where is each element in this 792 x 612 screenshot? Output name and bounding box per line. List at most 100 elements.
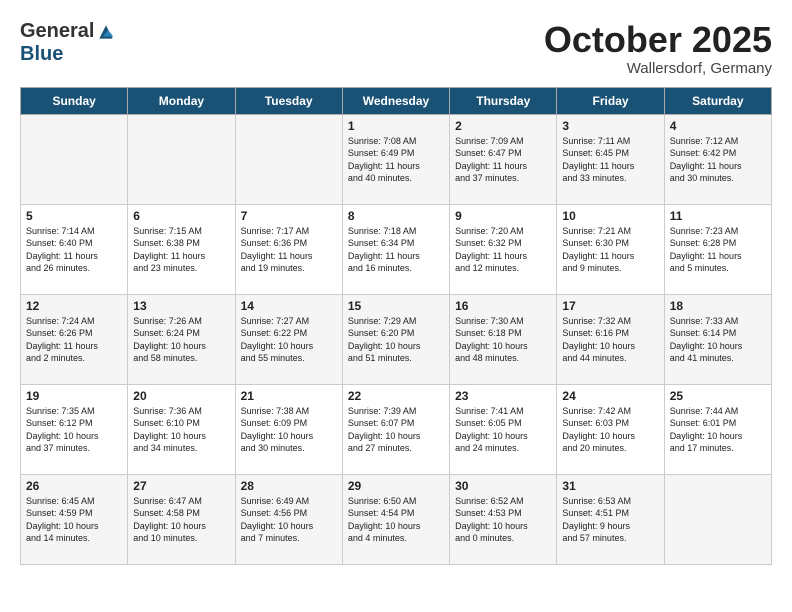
logo: General Blue bbox=[20, 20, 116, 66]
day-number: 30 bbox=[455, 479, 551, 493]
day-info: Sunrise: 7:23 AM Sunset: 6:28 PM Dayligh… bbox=[670, 225, 766, 275]
month-title: October 2025 bbox=[544, 20, 772, 60]
day-info: Sunrise: 7:41 AM Sunset: 6:05 PM Dayligh… bbox=[455, 405, 551, 455]
calendar-cell: 9Sunrise: 7:20 AM Sunset: 6:32 PM Daylig… bbox=[450, 204, 557, 294]
day-number: 23 bbox=[455, 389, 551, 403]
day-info: Sunrise: 7:26 AM Sunset: 6:24 PM Dayligh… bbox=[133, 315, 229, 365]
day-info: Sunrise: 7:18 AM Sunset: 6:34 PM Dayligh… bbox=[348, 225, 444, 275]
weekday-header-cell: Sunday bbox=[21, 87, 128, 114]
calendar-cell: 13 Sunrise: 7:26 AM Sunset: 6:24 PM Dayli… bbox=[128, 294, 235, 384]
calendar-cell: 29Sunrise: 6:50 AM Sunset: 4:54 PM Dayli… bbox=[342, 474, 449, 564]
calendar-cell: 28 Sunrise: 6:49 AM Sunset: 4:56 PM Dayli… bbox=[235, 474, 342, 564]
calendar-cell: 5 Sunrise: 7:14 AM Sunset: 6:40 PM Daylig… bbox=[21, 204, 128, 294]
day-info: Sunrise: 6:49 AM Sunset: 4:56 PM Dayligh… bbox=[241, 495, 337, 545]
weekday-header-cell: Friday bbox=[557, 87, 664, 114]
calendar-cell: 23 Sunrise: 7:41 AM Sunset: 6:05 PM Dayli… bbox=[450, 384, 557, 474]
day-info: Sunrise: 7:14 AM Sunset: 6:40 PM Dayligh… bbox=[26, 225, 122, 275]
calendar-cell: 31 Sunrise: 6:53 AM Sunset: 4:51 PM Dayli… bbox=[557, 474, 664, 564]
calendar-cell: 12 Sunrise: 7:24 AM Sunset: 6:26 PM Dayli… bbox=[21, 294, 128, 384]
calendar-cell: 2 Sunrise: 7:09 AM Sunset: 6:47 PM Daylig… bbox=[450, 114, 557, 204]
day-info: Sunrise: 7:35 AM Sunset: 6:12 PM Dayligh… bbox=[26, 405, 122, 455]
calendar-cell: 11Sunrise: 7:23 AM Sunset: 6:28 PM Dayli… bbox=[664, 204, 771, 294]
day-number: 1 bbox=[348, 119, 444, 133]
calendar-cell: 14Sunrise: 7:27 AM Sunset: 6:22 PM Dayli… bbox=[235, 294, 342, 384]
calendar-cell: 15Sunrise: 7:29 AM Sunset: 6:20 PM Dayli… bbox=[342, 294, 449, 384]
calendar-cell bbox=[235, 114, 342, 204]
calendar-cell: 25Sunrise: 7:44 AM Sunset: 6:01 PM Dayli… bbox=[664, 384, 771, 474]
day-number: 8 bbox=[348, 209, 444, 223]
calendar-cell: 18Sunrise: 7:33 AM Sunset: 6:14 PM Dayli… bbox=[664, 294, 771, 384]
calendar-cell bbox=[128, 114, 235, 204]
day-number: 31 bbox=[562, 479, 658, 493]
calendar-cell: 3 Sunrise: 7:11 AM Sunset: 6:45 PM Daylig… bbox=[557, 114, 664, 204]
calendar-cell: 27Sunrise: 6:47 AM Sunset: 4:58 PM Dayli… bbox=[128, 474, 235, 564]
calendar-body: 1Sunrise: 7:08 AM Sunset: 6:49 PM Daylig… bbox=[21, 114, 772, 564]
calendar-cell: 16 Sunrise: 7:30 AM Sunset: 6:18 PM Dayli… bbox=[450, 294, 557, 384]
day-number: 5 bbox=[26, 209, 122, 223]
page-header: General Blue October 2025 Wallersdorf, G… bbox=[20, 20, 772, 77]
logo-blue-text: Blue bbox=[20, 43, 63, 66]
day-info: Sunrise: 7:21 AM Sunset: 6:30 PM Dayligh… bbox=[562, 225, 658, 275]
calendar-cell: 30 Sunrise: 6:52 AM Sunset: 4:53 PM Dayli… bbox=[450, 474, 557, 564]
calendar-week-row: 26 Sunrise: 6:45 AM Sunset: 4:59 PM Dayli… bbox=[21, 474, 772, 564]
calendar-week-row: 19 Sunrise: 7:35 AM Sunset: 6:12 PM Dayli… bbox=[21, 384, 772, 474]
calendar-week-row: 5 Sunrise: 7:14 AM Sunset: 6:40 PM Daylig… bbox=[21, 204, 772, 294]
calendar-cell: 4 Sunrise: 7:12 AM Sunset: 6:42 PM Daylig… bbox=[664, 114, 771, 204]
day-number: 16 bbox=[455, 299, 551, 313]
day-info: Sunrise: 7:32 AM Sunset: 6:16 PM Dayligh… bbox=[562, 315, 658, 365]
day-info: Sunrise: 7:39 AM Sunset: 6:07 PM Dayligh… bbox=[348, 405, 444, 455]
day-info: Sunrise: 7:09 AM Sunset: 6:47 PM Dayligh… bbox=[455, 135, 551, 185]
day-number: 15 bbox=[348, 299, 444, 313]
day-number: 20 bbox=[133, 389, 229, 403]
day-info: Sunrise: 7:12 AM Sunset: 6:42 PM Dayligh… bbox=[670, 135, 766, 185]
day-number: 9 bbox=[455, 209, 551, 223]
day-number: 26 bbox=[26, 479, 122, 493]
day-number: 6 bbox=[133, 209, 229, 223]
calendar-cell bbox=[21, 114, 128, 204]
day-number: 4 bbox=[670, 119, 766, 133]
day-number: 12 bbox=[26, 299, 122, 313]
day-number: 2 bbox=[455, 119, 551, 133]
weekday-header-row: SundayMondayTuesdayWednesdayThursdayFrid… bbox=[21, 87, 772, 114]
calendar-week-row: 12 Sunrise: 7:24 AM Sunset: 6:26 PM Dayli… bbox=[21, 294, 772, 384]
logo-icon bbox=[96, 22, 116, 42]
day-info: Sunrise: 7:30 AM Sunset: 6:18 PM Dayligh… bbox=[455, 315, 551, 365]
weekday-header-cell: Monday bbox=[128, 87, 235, 114]
day-info: Sunrise: 7:11 AM Sunset: 6:45 PM Dayligh… bbox=[562, 135, 658, 185]
day-number: 13 bbox=[133, 299, 229, 313]
day-info: Sunrise: 7:38 AM Sunset: 6:09 PM Dayligh… bbox=[241, 405, 337, 455]
day-number: 24 bbox=[562, 389, 658, 403]
calendar-table: SundayMondayTuesdayWednesdayThursdayFrid… bbox=[20, 87, 772, 565]
day-info: Sunrise: 7:36 AM Sunset: 6:10 PM Dayligh… bbox=[133, 405, 229, 455]
day-number: 17 bbox=[562, 299, 658, 313]
weekday-header-cell: Wednesday bbox=[342, 87, 449, 114]
day-number: 21 bbox=[241, 389, 337, 403]
day-info: Sunrise: 6:53 AM Sunset: 4:51 PM Dayligh… bbox=[562, 495, 658, 545]
day-info: Sunrise: 6:52 AM Sunset: 4:53 PM Dayligh… bbox=[455, 495, 551, 545]
day-info: Sunrise: 7:15 AM Sunset: 6:38 PM Dayligh… bbox=[133, 225, 229, 275]
day-info: Sunrise: 6:50 AM Sunset: 4:54 PM Dayligh… bbox=[348, 495, 444, 545]
logo-general-text: General bbox=[20, 20, 94, 43]
day-number: 3 bbox=[562, 119, 658, 133]
calendar-cell: 26 Sunrise: 6:45 AM Sunset: 4:59 PM Dayli… bbox=[21, 474, 128, 564]
location-subtitle: Wallersdorf, Germany bbox=[544, 60, 772, 77]
day-info: Sunrise: 7:24 AM Sunset: 6:26 PM Dayligh… bbox=[26, 315, 122, 365]
calendar-cell bbox=[664, 474, 771, 564]
calendar-cell: 7Sunrise: 7:17 AM Sunset: 6:36 PM Daylig… bbox=[235, 204, 342, 294]
day-info: Sunrise: 7:27 AM Sunset: 6:22 PM Dayligh… bbox=[241, 315, 337, 365]
day-info: Sunrise: 6:45 AM Sunset: 4:59 PM Dayligh… bbox=[26, 495, 122, 545]
day-number: 25 bbox=[670, 389, 766, 403]
weekday-header-cell: Tuesday bbox=[235, 87, 342, 114]
calendar-cell: 6 Sunrise: 7:15 AM Sunset: 6:38 PM Daylig… bbox=[128, 204, 235, 294]
calendar-cell: 17 Sunrise: 7:32 AM Sunset: 6:16 PM Dayli… bbox=[557, 294, 664, 384]
calendar-cell: 22 Sunrise: 7:39 AM Sunset: 6:07 PM Dayli… bbox=[342, 384, 449, 474]
calendar-week-row: 1Sunrise: 7:08 AM Sunset: 6:49 PM Daylig… bbox=[21, 114, 772, 204]
day-number: 28 bbox=[241, 479, 337, 493]
day-info: Sunrise: 7:33 AM Sunset: 6:14 PM Dayligh… bbox=[670, 315, 766, 365]
day-number: 22 bbox=[348, 389, 444, 403]
calendar-cell: 10Sunrise: 7:21 AM Sunset: 6:30 PM Dayli… bbox=[557, 204, 664, 294]
day-number: 19 bbox=[26, 389, 122, 403]
day-info: Sunrise: 7:42 AM Sunset: 6:03 PM Dayligh… bbox=[562, 405, 658, 455]
calendar-cell: 1Sunrise: 7:08 AM Sunset: 6:49 PM Daylig… bbox=[342, 114, 449, 204]
weekday-header-cell: Thursday bbox=[450, 87, 557, 114]
